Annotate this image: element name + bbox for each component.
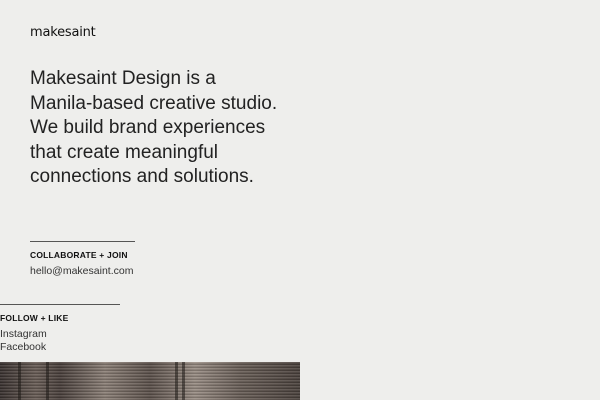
photo-post	[182, 362, 185, 400]
instagram-link[interactable]: Instagram	[0, 328, 47, 340]
follow-divider	[0, 304, 120, 305]
building-facade-photo	[0, 362, 300, 400]
follow-heading: FOLLOW + LIKE	[0, 313, 69, 323]
site-logo[interactable]: makesaint	[30, 25, 96, 40]
email-link[interactable]: hello@makesaint.com	[30, 265, 133, 277]
photo-post	[175, 362, 178, 400]
collaborate-divider	[30, 241, 135, 242]
photo-post	[46, 362, 49, 400]
collaborate-heading: COLLABORATE + JOIN	[30, 250, 128, 260]
page: makesaint Makesaint Design is a Manila-b…	[0, 0, 600, 400]
facebook-link[interactable]: Facebook	[0, 341, 46, 353]
intro-statement: Makesaint Design is a Manila-based creat…	[30, 68, 278, 187]
photo-post	[18, 362, 21, 400]
